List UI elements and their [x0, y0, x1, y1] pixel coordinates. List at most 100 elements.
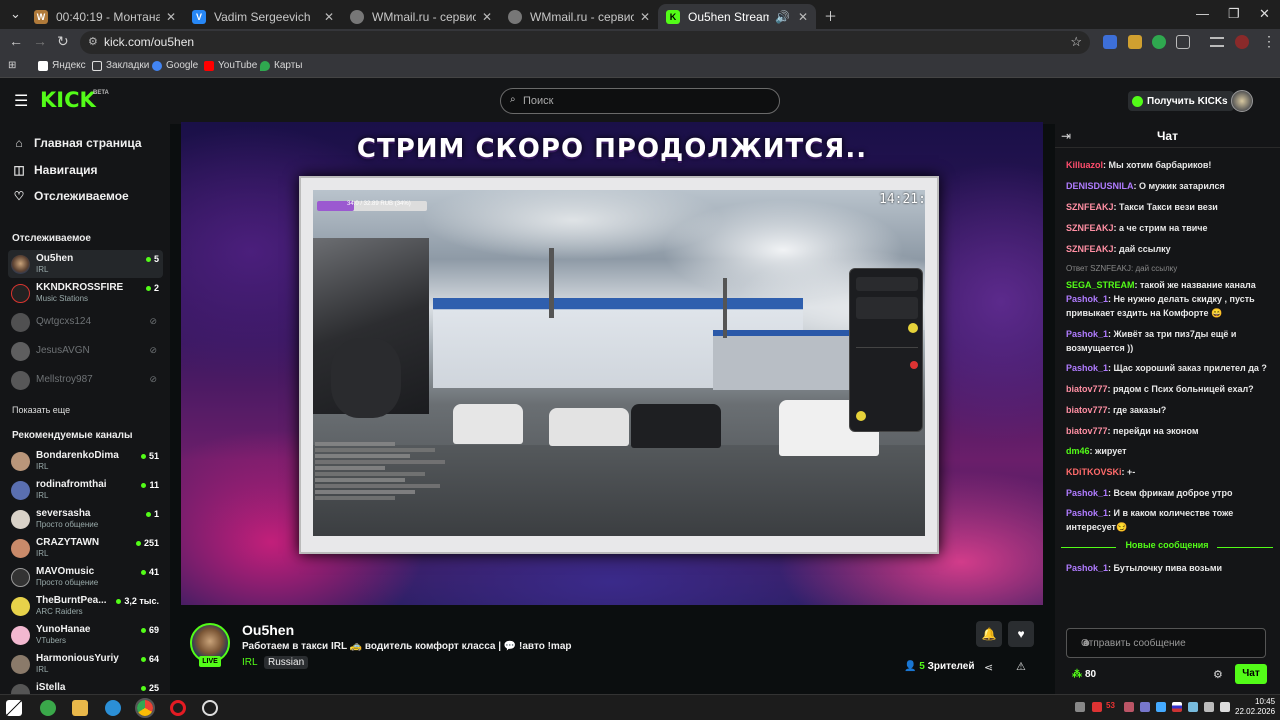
search-input[interactable]: ⌕ Поиск — [500, 88, 780, 114]
following-channel-kkndkrossfire[interactable]: KKNDKROSSFIRE Music Stations 2 — [8, 279, 163, 307]
recommended-channel[interactable]: MAVOmusic Просто общение 41 — [8, 563, 163, 591]
nav-browse[interactable]: ◫ Навигация — [12, 163, 97, 177]
bookmark-star-icon[interactable]: ☆ — [1070, 34, 1082, 50]
close-window-icon[interactable]: ✕ — [1259, 6, 1270, 22]
chat-username[interactable]: SEGA_STREAM — [1066, 280, 1135, 290]
notification-bell-button[interactable]: 🔔 — [976, 621, 1002, 647]
send-chat-button[interactable]: Чат — [1235, 664, 1267, 684]
tray-icon[interactable] — [1188, 702, 1198, 712]
browser-tab-2[interactable]: V Vadim Sergeevich ✕ — [184, 4, 342, 29]
chat-username[interactable]: biatov777 — [1066, 426, 1108, 436]
recommended-channel[interactable]: TheBurntPea... ARC Raiders 3,2 тыс. — [8, 592, 163, 620]
chat-username[interactable]: dm46 — [1066, 446, 1090, 456]
chat-username[interactable]: SZNFEAKJ — [1066, 223, 1114, 233]
tray-icon[interactable] — [1204, 702, 1214, 712]
browser-tab-4[interactable]: WMmail.ru - сервис почтовых ✕ — [500, 4, 658, 29]
tray-icon[interactable] — [1092, 702, 1102, 712]
close-tab-icon[interactable]: ✕ — [166, 10, 176, 24]
chat-username[interactable]: biatov777 — [1066, 384, 1108, 394]
report-warning-icon[interactable]: ⚠ — [1016, 660, 1026, 673]
close-tab-icon[interactable]: ✕ — [798, 10, 808, 24]
bookmark-folder[interactable]: Закладки — [92, 60, 149, 71]
speaker-icon[interactable]: 🔊 — [775, 10, 790, 24]
wifi-icon[interactable] — [1220, 702, 1230, 712]
bookmark-google[interactable]: Google — [152, 60, 198, 71]
close-tab-icon[interactable]: ✕ — [482, 10, 492, 24]
chrome-icon[interactable] — [135, 698, 155, 718]
chat-username[interactable]: Pashok_1 — [1066, 508, 1108, 518]
start-windows-icon[interactable] — [6, 700, 22, 716]
channel-name[interactable]: Ou5hen — [242, 622, 294, 638]
chat-username[interactable]: DENISDUSNILA — [1066, 181, 1134, 191]
chat-username[interactable]: SZNFEAKJ — [1066, 202, 1114, 212]
kick-logo[interactable]: KICK — [40, 88, 96, 112]
following-channel-jesusavgn[interactable]: JesusAVGN ⊘ — [8, 337, 163, 365]
apps-grid-icon[interactable]: ⊞ — [8, 60, 16, 71]
close-tab-icon[interactable]: ✕ — [324, 10, 334, 24]
nav-following[interactable]: ♡ Отслеживаемое — [12, 189, 129, 203]
translate-extension-icon[interactable] — [1103, 35, 1117, 49]
app-icon[interactable] — [202, 700, 218, 716]
recommended-channel[interactable]: rodinafromthai IRL 11 — [8, 476, 163, 504]
reading-list-icon[interactable] — [1210, 37, 1224, 47]
minimize-icon[interactable]: — — [1196, 6, 1209, 21]
language-flag-icon[interactable] — [1172, 702, 1182, 712]
recommended-channel[interactable]: iStella 25 — [8, 679, 163, 694]
browser-tab-3[interactable]: WMmail.ru - сервис почтовых ✕ — [342, 4, 500, 29]
bookmark-youtube[interactable]: YouTube — [204, 60, 257, 71]
chat-username[interactable]: SZNFEAKJ — [1066, 244, 1114, 254]
extensions-puzzle-icon[interactable] — [1176, 35, 1190, 49]
recommended-channel[interactable]: seversasha Просто общение 1 — [8, 505, 163, 533]
follow-heart-button[interactable]: ♥ — [1008, 621, 1034, 647]
recommended-channel[interactable]: BondarenkoDima IRL 51 — [8, 447, 163, 475]
chat-username[interactable]: KDiTKOVSKi — [1066, 467, 1122, 477]
menu-dots-icon[interactable]: ⋮ — [1262, 33, 1276, 50]
extension-icon[interactable] — [1152, 35, 1166, 49]
tray-icon[interactable] — [1124, 702, 1134, 712]
user-avatar[interactable] — [1231, 90, 1253, 112]
stream-category[interactable]: IRL — [242, 657, 258, 668]
following-channel-ou5hen[interactable]: Ou5hen IRL 5 — [8, 250, 163, 278]
language-tag[interactable]: Russian — [264, 656, 309, 669]
chat-settings-gear-icon[interactable]: ⚙ — [1213, 668, 1223, 681]
chat-username[interactable]: Pashok_1 — [1066, 563, 1108, 573]
site-info-icon[interactable]: ⚙ — [88, 35, 98, 48]
recommended-channel[interactable]: YunoHanae VTubers 69 — [8, 621, 163, 649]
hamburger-menu-icon[interactable]: ☰ — [14, 91, 28, 111]
extension-icon[interactable] — [1128, 35, 1142, 49]
edge-icon[interactable] — [105, 700, 121, 716]
maximize-icon[interactable]: ❐ — [1228, 6, 1240, 22]
address-bar[interactable]: ⚙ kick.com/ou5hen ☆ — [80, 31, 1090, 54]
following-channel-qwtgcxs124[interactable]: Qwtgcxs124 ⊘ — [8, 308, 163, 336]
opera-icon[interactable] — [170, 700, 186, 716]
bookmark-maps[interactable]: Карты — [260, 60, 303, 71]
chat-username[interactable]: Killuazol — [1066, 160, 1103, 170]
share-icon[interactable]: ⋖ — [984, 661, 993, 674]
file-explorer-icon[interactable] — [72, 700, 88, 716]
profile-icon[interactable] — [1235, 35, 1249, 49]
recommended-channel[interactable]: CRAZYTAWN IRL 251 — [8, 534, 163, 562]
chat-username[interactable]: Pashok_1 — [1066, 363, 1108, 373]
channel-points[interactable]: ⁂ 80 — [1072, 669, 1096, 680]
new-tab-icon[interactable]: ＋ — [824, 6, 837, 25]
back-icon[interactable]: ← — [9, 33, 23, 49]
chat-message-input[interactable]: Отправить сообщение ☻ — [1066, 628, 1266, 658]
bookmark-yandex[interactable]: Яндекс — [38, 60, 86, 71]
browser-tab-5[interactable]: K Ou5hen Stream - Watch Li 🔊 ✕ — [658, 4, 816, 29]
following-channel-mellstroy987[interactable]: Mellstroy987 ⊘ — [8, 366, 163, 394]
nav-home[interactable]: ⌂ Главная страница — [12, 136, 141, 150]
show-more-link[interactable]: Показать еще — [12, 405, 70, 415]
chat-username[interactable]: Pashok_1 — [1066, 329, 1108, 339]
chat-username[interactable]: biatov777 — [1066, 405, 1108, 415]
video-player[interactable]: СТРИМ СКОРО ПРОДОЛЖИТСЯ.. 14:21:4 3 — [181, 122, 1043, 605]
tray-icon[interactable] — [1140, 702, 1150, 712]
tray-icon[interactable] — [1075, 702, 1085, 712]
tab-search-icon[interactable]: ⌄ — [10, 6, 21, 22]
app-icon[interactable] — [40, 700, 56, 716]
recommended-channel[interactable]: HarmoniousYuriy IRL 64 — [8, 650, 163, 678]
chat-username[interactable]: Pashok_1 — [1066, 294, 1108, 304]
reload-icon[interactable]: ↻ — [57, 33, 69, 50]
emoji-icon[interactable]: ☻ — [1081, 638, 1257, 649]
close-tab-icon[interactable]: ✕ — [640, 10, 650, 24]
tray-icon[interactable] — [1156, 702, 1166, 712]
